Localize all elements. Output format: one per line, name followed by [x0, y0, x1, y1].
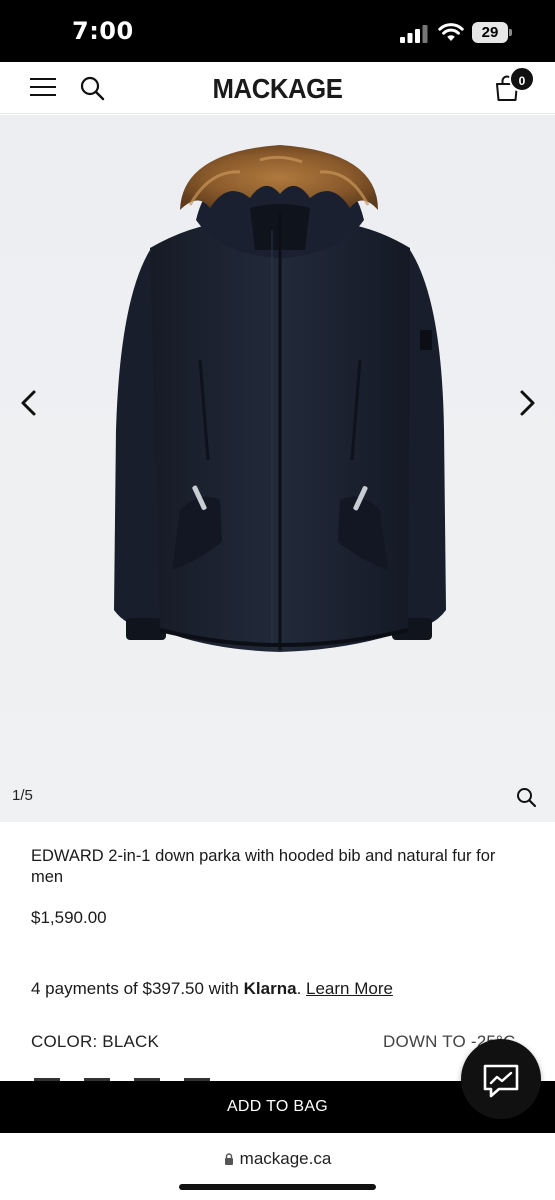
- product-image-gallery[interactable]: 1/5: [0, 115, 555, 822]
- chevron-right-icon[interactable]: [512, 385, 542, 421]
- color-label: COLOR: BLACK: [31, 1032, 160, 1051]
- image-counter: 1/5: [12, 787, 33, 804]
- home-indicator: [179, 1184, 376, 1190]
- status-bar: 7:00 29: [0, 0, 555, 62]
- installments-text: 4 payments of $397.50 with: [31, 979, 244, 998]
- klarna-brand: Klarna: [243, 979, 297, 998]
- battery-level: 29: [472, 22, 508, 43]
- browser-url-bar[interactable]: mackage.ca: [0, 1133, 555, 1200]
- site-header: MACKAGE: [0, 62, 555, 114]
- cellular-signal-icon: [400, 25, 428, 43]
- chat-icon: [483, 1064, 519, 1098]
- learn-more-link[interactable]: Learn More: [306, 979, 393, 998]
- product-image: [114, 145, 446, 652]
- product-title: EDWARD 2-in-1 down parka with hooded bib…: [31, 847, 496, 886]
- wifi-icon: [438, 23, 464, 41]
- chat-button[interactable]: [461, 1039, 541, 1119]
- cart-count-badge[interactable]: 0: [509, 66, 535, 92]
- klarna-installments: 4 payments of $397.50 with Klarna. Learn…: [31, 979, 393, 999]
- chevron-left-icon[interactable]: [14, 385, 44, 421]
- brand-logo[interactable]: MACKAGE: [22, 73, 533, 105]
- lock-icon: [224, 1153, 233, 1165]
- url-text: mackage.ca: [239, 1149, 332, 1168]
- url-display[interactable]: mackage.ca: [0, 1149, 555, 1169]
- zoom-search-icon[interactable]: [515, 786, 537, 808]
- installments-separator: .: [296, 979, 307, 998]
- product-price: $1,590.00: [31, 908, 107, 927]
- battery-indicator: 29: [472, 22, 512, 43]
- status-time: 7:00: [72, 17, 134, 45]
